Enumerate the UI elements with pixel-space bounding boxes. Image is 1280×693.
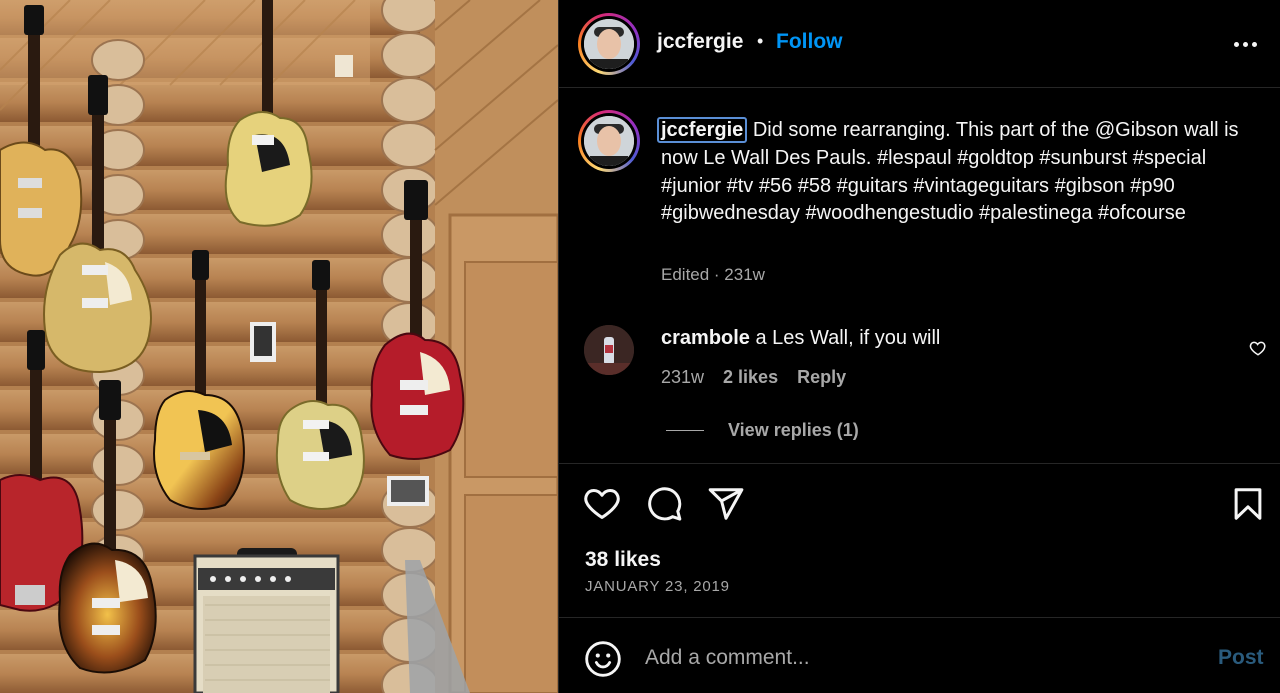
comment-text: a Les Wall, if you will <box>755 327 941 349</box>
bookmark-icon[interactable] <box>1229 485 1267 523</box>
likes-count[interactable]: 38 likes <box>585 548 661 572</box>
small-heart-icon[interactable] <box>1249 339 1267 357</box>
header-separator: • <box>757 31 764 51</box>
comment-body: crambole a Les Wall, if you will <box>661 327 940 350</box>
post-header: jccfergie • Follow <box>559 0 1280 88</box>
header-username[interactable]: jccfergie <box>657 30 743 54</box>
comment-avatar[interactable] <box>584 325 634 375</box>
comment-reply-button[interactable]: Reply <box>797 367 846 388</box>
caption-meta: Edited · 231w <box>661 265 765 284</box>
post-photo[interactable] <box>0 0 558 693</box>
view-replies-button[interactable]: View replies (1) <box>666 420 859 441</box>
emoji-icon[interactable] <box>584 640 622 678</box>
follow-button[interactable]: Follow <box>776 30 843 54</box>
share-icon[interactable] <box>707 485 745 523</box>
comment-avatar-image <box>584 325 634 375</box>
comment-icon[interactable] <box>645 485 683 523</box>
comment-username[interactable]: crambole <box>661 327 750 349</box>
caption-text: Did some rearranging. This part of the @… <box>661 119 1239 225</box>
add-comment-bar: Post <box>559 617 1280 693</box>
comment-meta: 231w 2 likes Reply <box>661 367 846 388</box>
comment-age: 231w <box>661 367 705 387</box>
post-date: JANUARY 23, 2019 <box>585 578 730 595</box>
comment-likes[interactable]: 2 likes <box>723 367 778 388</box>
view-replies-line <box>666 430 704 431</box>
caption-avatar[interactable] <box>578 110 640 172</box>
add-comment-input[interactable] <box>645 640 1185 676</box>
caption-username[interactable]: jccfergie <box>657 117 748 143</box>
actions-divider <box>559 463 1280 464</box>
view-replies-label: View replies (1) <box>728 420 859 440</box>
avatar-face-image <box>584 19 634 69</box>
header-avatar[interactable] <box>578 13 640 75</box>
post-details-panel: jccfergie • Follow jccfergie Did some re… <box>558 0 1280 693</box>
post-comment-button[interactable]: Post <box>1218 646 1264 670</box>
more-options-icon[interactable] <box>1231 30 1259 58</box>
guitar-wall-photo <box>0 0 558 693</box>
heart-icon[interactable] <box>583 485 621 523</box>
avatar-face-image <box>584 116 634 166</box>
post-caption: jccfergie Did some rearranging. This par… <box>657 117 1251 228</box>
